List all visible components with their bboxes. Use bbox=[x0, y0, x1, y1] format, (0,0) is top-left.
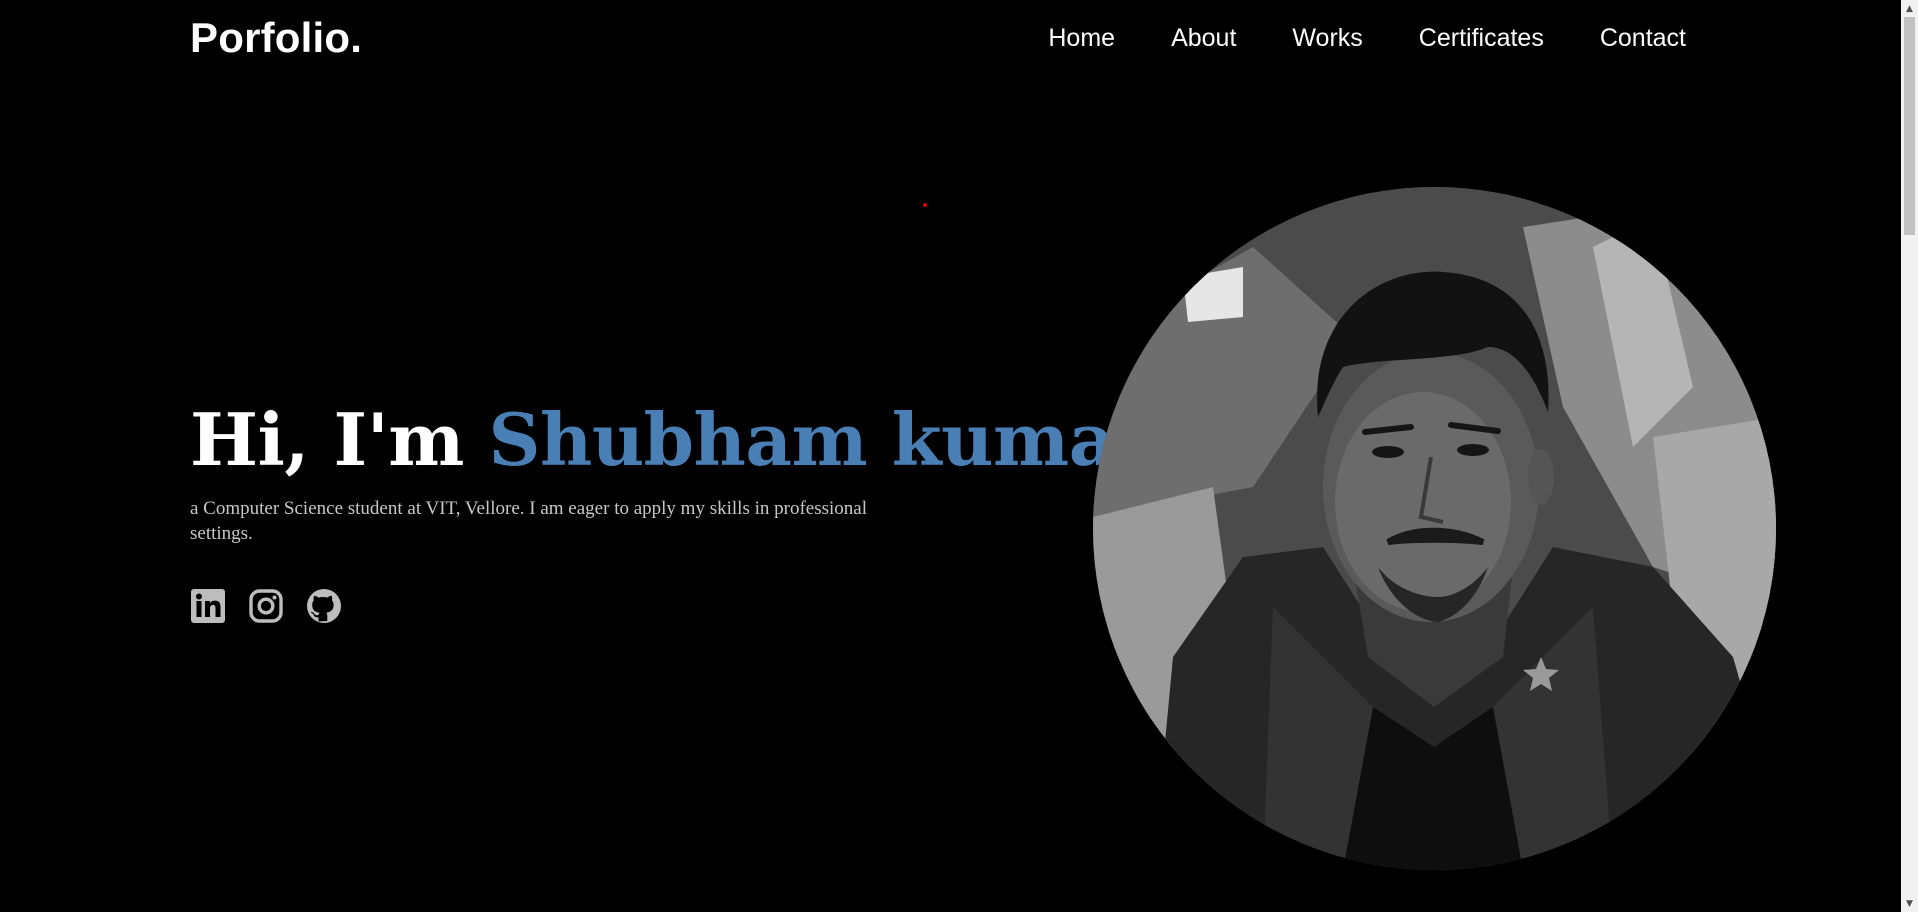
nav-contact-link[interactable]: Contact bbox=[1600, 24, 1686, 53]
linkedin-icon[interactable] bbox=[190, 588, 226, 624]
nav-about-link[interactable]: About bbox=[1171, 24, 1236, 53]
scroll-up-arrow-icon[interactable]: ▲ bbox=[1901, 0, 1918, 17]
hero-greeting: Hi, I'm bbox=[190, 397, 489, 482]
portrait-photo-icon bbox=[1093, 187, 1776, 870]
nav-certificates-link[interactable]: Certificates bbox=[1419, 24, 1544, 53]
nav-home-link[interactable]: Home bbox=[1048, 24, 1115, 53]
cursor-dot bbox=[923, 203, 927, 207]
social-links bbox=[190, 588, 342, 624]
github-icon[interactable] bbox=[306, 588, 342, 624]
main-nav: Home About Works Certificates Contact bbox=[1048, 24, 1686, 53]
hero-subtitle: a Computer Science student at VIT, Vello… bbox=[190, 498, 867, 544]
portfolio-page: Porfolio. Home About Works Certificates … bbox=[0, 0, 1918, 912]
vertical-scrollbar[interactable]: ▲ ▼ bbox=[1901, 0, 1918, 912]
profile-photo bbox=[1093, 187, 1776, 870]
hero-name: Shubham kumar bbox=[488, 397, 1148, 482]
hero-heading: Hi, I'm Shubham kumar, bbox=[190, 400, 1172, 479]
nav-works-link[interactable]: Works bbox=[1292, 24, 1362, 53]
instagram-icon[interactable] bbox=[248, 588, 284, 624]
scroll-thumb[interactable] bbox=[1904, 17, 1915, 235]
scroll-down-arrow-icon[interactable]: ▼ bbox=[1901, 895, 1918, 912]
site-logo[interactable]: Porfolio. bbox=[190, 14, 362, 62]
